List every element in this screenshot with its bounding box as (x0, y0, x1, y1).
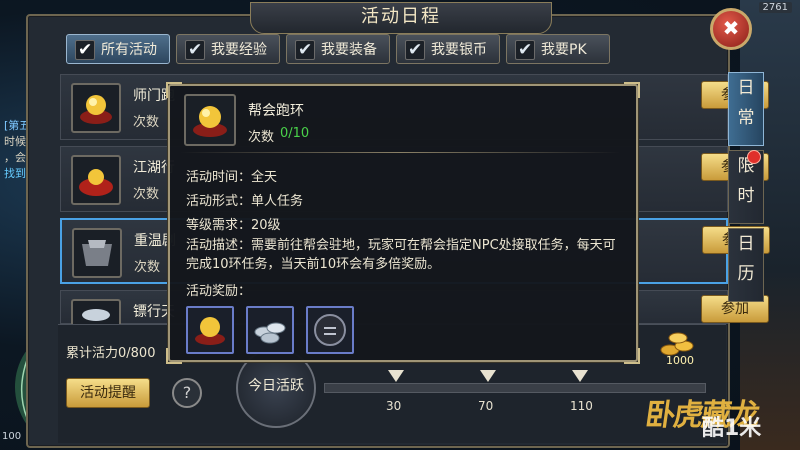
popup-time: 活动时间：全天 (186, 170, 278, 185)
milestone-label: 70 (478, 399, 494, 413)
armor-icon (72, 228, 122, 278)
checkbox-icon (75, 35, 95, 65)
activity-count-label: 次数 (133, 187, 160, 202)
milestone-label: 30 (386, 399, 402, 413)
tab-label: 我要经验 (211, 42, 267, 58)
silver-coins-icon[interactable] (246, 306, 294, 354)
activity-count-label: 次数 (133, 115, 160, 130)
popup-count-value: 0/10 (280, 126, 310, 141)
tab-silver[interactable]: 我要银币 (396, 34, 500, 65)
side-tab-calendar[interactable]: 日 历 (728, 228, 764, 302)
background-right (740, 0, 800, 450)
checkbox-icon (295, 35, 315, 65)
tab-label: 我要PK (541, 42, 587, 58)
coin-amount: 1000 (666, 354, 694, 367)
gold-orb-icon (71, 83, 121, 133)
popup-divider (180, 152, 620, 153)
activity-remind-button[interactable]: 活动提醒 (66, 378, 150, 408)
corner-ornament (166, 82, 182, 98)
watermark: 酷1米 (702, 416, 762, 441)
tab-all-activities[interactable]: 所有活动 (66, 34, 170, 65)
activity-count-label: 次数 (134, 260, 161, 275)
activity-points-label: 累计活力0/800 (66, 346, 156, 361)
tab-label: 我要银币 (431, 42, 487, 58)
popup-count-label: 次数 (248, 130, 275, 145)
gold-orb-icon (184, 94, 236, 146)
corner-ornament (624, 348, 640, 364)
red-bag-icon (71, 155, 121, 205)
checkbox-icon (185, 35, 205, 65)
tab-experience[interactable]: 我要经验 (176, 34, 280, 65)
popup-description: 活动描述：需要前往帮会驻地，玩家可在帮会指定NPC处接取任务，每天可完成10环任… (186, 238, 616, 272)
close-button[interactable]: ✖ (710, 8, 752, 50)
milestone-label: 110 (570, 399, 593, 413)
help-button[interactable]: ? (172, 378, 202, 408)
popup-level: 等级需求：20级 (186, 218, 281, 233)
panel-title: 活动日程 (250, 2, 552, 34)
popup-reward-label: 活动奖励： (186, 284, 252, 299)
notification-badge-icon (747, 150, 761, 164)
tab-label: 我要装备 (321, 42, 377, 58)
hud-bottom-number: 100 (2, 431, 22, 442)
checkbox-icon (515, 35, 535, 65)
popup-form: 活动形式：单人任务 (186, 194, 304, 209)
milestone-marker-icon[interactable] (388, 370, 404, 382)
checkbox-icon (405, 35, 425, 65)
tab-label: 所有活动 (101, 42, 157, 58)
gold-orb-icon[interactable] (186, 306, 234, 354)
milestone-marker-icon[interactable] (480, 370, 496, 382)
dark-token-icon[interactable] (306, 306, 354, 354)
tab-equipment[interactable]: 我要装备 (286, 34, 390, 65)
hud-top-number: 2761 (758, 2, 792, 13)
tab-pk[interactable]: 我要PK (506, 34, 610, 65)
popup-title: 帮会跑环 (248, 103, 304, 119)
silver-icon (71, 299, 121, 327)
corner-ornament (624, 82, 640, 98)
corner-ornament (166, 348, 182, 364)
milestone-marker-icon[interactable] (572, 370, 588, 382)
side-tab-daily[interactable]: 日 常 (728, 72, 764, 146)
